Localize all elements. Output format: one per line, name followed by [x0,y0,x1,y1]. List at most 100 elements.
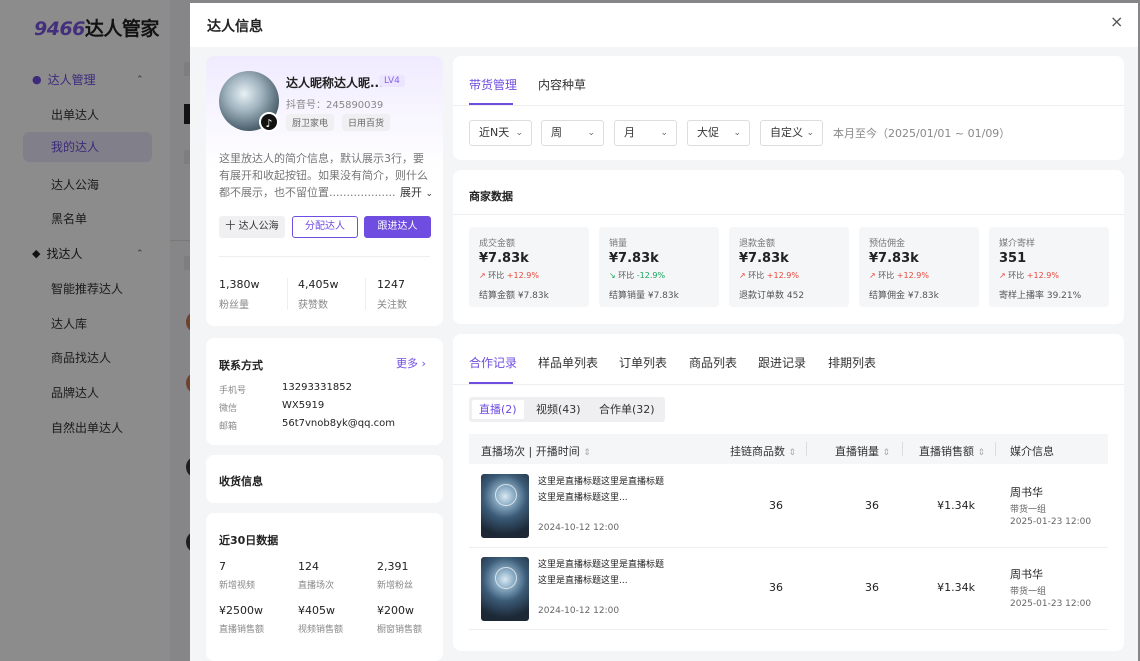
category-tag: 日用百货 [342,114,391,131]
sub-tab-live[interactable]: 直播(2) [472,400,524,419]
media-host: 周书华 [1010,568,1043,581]
expand-bio-button[interactable]: 展开 ⌄ [396,184,434,200]
stat-followers-value: 1,380w [219,278,260,291]
shipping-card[interactable]: 收货信息 [206,455,443,503]
divider [219,256,430,257]
column-header-media-info: 媒介信息 [1010,445,1054,458]
add-to-pool-button[interactable]: 十 达人公海 [219,216,285,238]
last-30-days-title: 近30日数据 [219,534,279,547]
filter-month[interactable]: 月 ⌄ [614,120,677,146]
metric-value: ¥7.83k [869,251,919,266]
stat-followers-label: 粉丝量 [219,300,249,311]
close-button[interactable]: × [1110,14,1123,30]
trend-down-icon: ↘ [609,271,616,280]
compare-label: 环比 [618,271,635,280]
media-host: 周书华 [1010,486,1043,499]
sort-icon: ⇕ [882,448,891,458]
tab-schedule[interactable]: 排期列表 [828,354,876,371]
sub-tab-video[interactable]: 视频(43) [529,400,588,419]
metric-sub: 结算金额 ¥7.83k [479,291,549,301]
header-label: 直播场次 | 开播时间 [481,445,580,458]
more-contact-link[interactable]: 更多 › [396,355,426,371]
live-sessions-value: 124 [298,560,319,573]
tab-sample-orders[interactable]: 样品单列表 [538,354,598,371]
header-label: 挂链商品数 [730,445,785,458]
divider [469,547,1108,548]
filter-week[interactable]: 周 ⌄ [541,120,604,146]
compare-label: 环比 [878,271,895,280]
filter-custom[interactable]: 自定义 ⌄ [760,120,823,146]
compare-label: 环比 [748,271,765,280]
filter-label: 近N天 [479,126,510,139]
phone-label: 手机号 [219,386,247,396]
filter-promotion[interactable]: 大促 ⌄ [687,120,750,146]
live-thumbnail[interactable] [481,474,529,538]
window-revenue-value: ¥200w [377,604,414,617]
level-badge: LV4 [379,75,405,87]
sort-icon: ⇕ [583,448,591,458]
media-date: 2025-01-23 12:00 [1010,517,1092,527]
sub-tab-cooperation[interactable]: 合作单(32) [592,400,662,419]
window-revenue-label: 橱窗销售额 [377,625,423,635]
drawer-title: 达人信息 [207,19,263,35]
live-start-time: 2024-10-12 12:00 [538,606,620,616]
chevron-down-icon: ⌄ [660,128,668,138]
live-sessions-label: 直播场次 [298,581,335,591]
tab-orders[interactable]: 订单列表 [619,354,667,371]
merchant-data-title: 商家数据 [469,190,513,203]
metric-value: ¥7.83k [479,251,529,266]
divider [806,442,807,456]
column-header-live-revenue[interactable]: 直播销售额 ⇕ [919,443,985,459]
live-start-time: 2024-10-12 12:00 [538,523,620,533]
divider [287,278,288,310]
compare-value: -12.9% [636,271,666,280]
metric-card-samples: 媒介寄样 351 ↗ 环比 +12.9% 寄样上播率 39.21% [989,227,1109,307]
follow-up-creator-button[interactable]: 跟进达人 [364,216,431,238]
divider [453,105,1124,106]
metric-compare: ↘ 环比 -12.9% [609,270,665,281]
live-revenue: ¥1.34k [937,581,975,594]
tiktok-icon: ♪ [259,112,279,132]
link-count: 36 [769,581,783,594]
compare-value: +12.9% [896,271,929,280]
sub-tab-group: 直播(2) 视频(43) 合作单(32) [469,397,665,422]
column-header-session[interactable]: 直播场次 | 开播时间 ⇕ [481,443,591,459]
new-fans-label: 新增粉丝 [377,581,414,591]
filter-recent-n-days[interactable]: 近N天 ⌄ [469,120,532,146]
metric-sub: 结算佣金 ¥7.83k [869,291,939,301]
metric-compare: ↗ 环比 +12.9% [739,270,799,281]
tab-sales-management[interactable]: 带货管理 [469,76,517,93]
contact-card: 联系方式 更多 › 手机号 13293331852 微信 WX5919 邮箱 5… [206,338,443,445]
metric-compare: ↗ 环比 +12.9% [479,270,539,281]
stat-likes-value: 4,405w [298,278,339,291]
tab-cooperation-records[interactable]: 合作记录 [469,354,517,371]
metric-sub: 结算销量 ¥7.83k [609,291,679,301]
stat-likes-label: 获赞数 [298,300,328,311]
sort-icon: ⇕ [977,448,986,458]
live-revenue-label: 直播销售额 [219,625,265,635]
tab-content-seeding[interactable]: 内容种草 [538,76,586,93]
video-revenue-label: 视频销售额 [298,625,344,635]
divider [453,214,1124,215]
column-header-link-count[interactable]: 挂链商品数 ⇕ [730,443,796,459]
metric-card-commission: 预估佣金 ¥7.83k ↗ 环比 +12.9% 结算佣金 ¥7.83k [859,227,979,307]
assign-creator-button[interactable]: 分配达人 [292,216,358,238]
tab-products[interactable]: 商品列表 [689,354,737,371]
media-group: 带货一组 [1010,505,1047,515]
shipping-title: 收货信息 [219,475,263,488]
trend-up-icon: ↗ [479,271,486,280]
records-card: 合作记录 样品单列表 订单列表 商品列表 跟进记录 排期列表 直播(2) 视频(… [453,334,1124,651]
live-sales: 36 [865,581,879,594]
filter-label: 月 [624,126,635,139]
chevron-down-icon: ⌄ [587,128,595,138]
column-header-live-sales[interactable]: 直播销量 ⇕ [835,443,890,459]
more-label: 更多 [396,357,418,370]
media-date: 2025-01-23 12:00 [1010,599,1092,609]
filter-label: 自定义 [770,126,803,139]
divider [995,442,996,456]
chevron-down-icon: ⌄ [425,189,434,199]
tab-follow-up-records[interactable]: 跟进记录 [758,354,806,371]
metric-label: 销量 [609,239,628,249]
live-thumbnail[interactable] [481,557,529,621]
link-count: 36 [769,499,783,512]
